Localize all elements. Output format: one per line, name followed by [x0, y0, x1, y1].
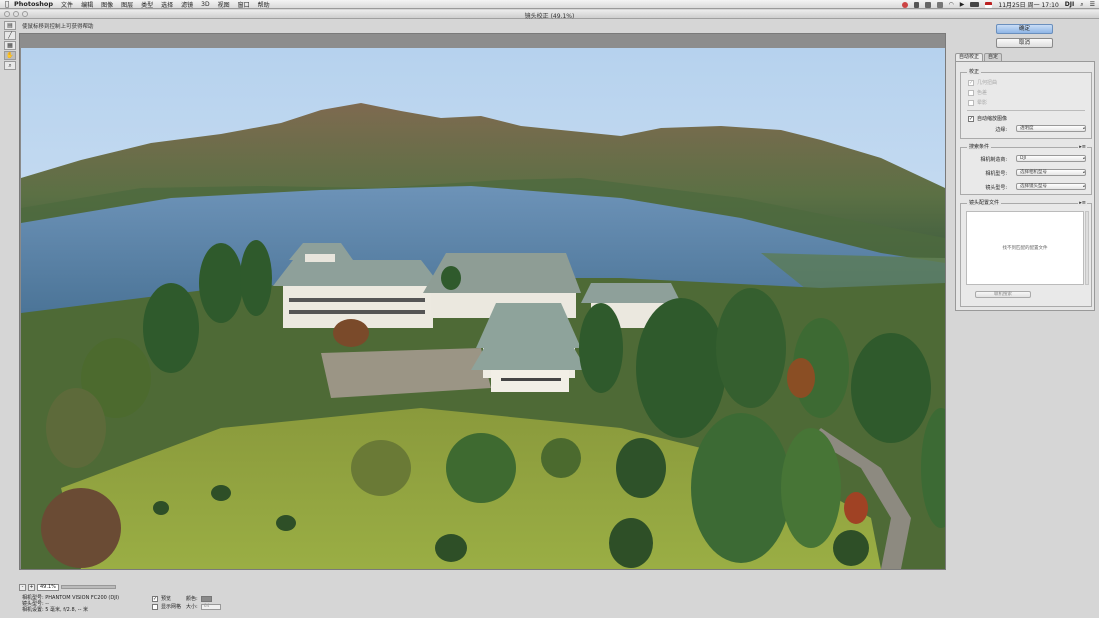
preview-checkbox[interactable]: ✓: [152, 596, 158, 602]
dialog-title-bar: 镜头校正 (49.1%): [0, 10, 1099, 20]
menu-view[interactable]: 视图: [218, 0, 230, 9]
auto-scale-checkbox[interactable]: ✓: [968, 115, 974, 122]
zoom-tool-icon[interactable]: ⌕: [4, 61, 16, 70]
zoom-out-button[interactable]: -: [19, 583, 26, 591]
lens-profiles-list[interactable]: 找不到匹配的配置文件: [966, 211, 1084, 285]
vignette-label: 晕影: [977, 100, 988, 106]
notification-icon[interactable]: ☰: [1090, 1, 1095, 8]
lens-profiles-scrollbar[interactable]: [1085, 211, 1089, 285]
dialog-title: 镜头校正 (49.1%): [524, 13, 575, 20]
canvas-transparent-margin: [20, 34, 945, 48]
correction-divider: [967, 110, 1085, 111]
show-grid-label: 显示网格: [161, 604, 182, 610]
panel-body: 校正 ✓ 几何扭曲 色差 晕影 ✓ 自动缩放图像 边缘: 透明度 搜索条件: [955, 61, 1095, 311]
zoom-bar: - + 49.1%: [19, 583, 129, 591]
menubar-clock[interactable]: 11月25日 周一 17:10: [998, 0, 1058, 9]
panel-tabs: 自动校正 自定: [955, 53, 1095, 61]
menu-filter[interactable]: 滤镜: [181, 0, 193, 9]
timemachine-icon[interactable]: [924, 1, 931, 8]
grid-options: 颜色: 大小: 64: [186, 595, 221, 611]
volume-icon[interactable]: ▶: [960, 1, 965, 8]
geometric-distortion-label: 几何扭曲: [977, 80, 998, 86]
correction-title: 校正: [967, 69, 982, 75]
cancel-button[interactable]: 取消: [996, 38, 1053, 48]
hand-tool-icon[interactable]: ✋: [4, 51, 16, 60]
grid-size-field[interactable]: 64: [200, 604, 221, 610]
lens-model-select[interactable]: 选择镜头型号: [1016, 183, 1086, 190]
lens-model-label: 镜头型号:: [985, 185, 1007, 191]
camera-make-select[interactable]: DJI: [1016, 155, 1086, 162]
lens-profiles-group: 镜头配置文件 ▸≡ 找不到匹配的配置文件 联机搜索: [960, 200, 1092, 307]
remove-distortion-tool-icon[interactable]: ▤: [4, 21, 16, 30]
zoom-slider[interactable]: [61, 585, 116, 589]
grid-color-label: 颜色:: [186, 596, 198, 602]
straighten-tool-icon[interactable]: ╱: [4, 31, 16, 40]
auto-scale-row: ✓ 自动缩放图像: [968, 115, 1007, 122]
chromatic-aberration-label: 色差: [977, 90, 988, 96]
menu-layer[interactable]: 图层: [121, 0, 133, 9]
battery-icon[interactable]: [970, 2, 980, 7]
input-flag-icon[interactable]: [985, 1, 993, 8]
lens-profiles-empty-text: 找不到匹配的配置文件: [1002, 246, 1048, 251]
bluetooth-icon[interactable]: [936, 1, 943, 8]
menu-bar:  Photoshop 文件 编辑 图像 图层 类型 选择 滤镜 3D 视图 窗…: [0, 0, 1099, 9]
settings-panel: 自动校正 自定 校正 ✓ 几何扭曲 色差 晕影 ✓ 自动缩放图像 边缘: 透明度…: [955, 53, 1095, 311]
auto-scale-label: 自动缩放图像: [977, 116, 1008, 122]
vignette-checkbox[interactable]: [968, 99, 974, 106]
move-grid-tool-icon[interactable]: ▦: [4, 41, 16, 50]
preview-canvas[interactable]: [19, 33, 946, 570]
wifi-icon[interactable]: ◠: [949, 1, 954, 8]
camera-info: 相机型号: PHANTOM VISION FC200 (DJI) 镜头型号: -…: [22, 595, 119, 613]
edge-label: 边缘:: [995, 127, 1007, 133]
zoom-in-button[interactable]: +: [28, 583, 35, 591]
adobe-status-icon[interactable]: [901, 1, 908, 8]
sync-icon[interactable]: [913, 1, 919, 8]
search-criteria-group: 搜索条件 ▸≡ 相机制造商: DJI 相机型号: 选择相机型号 镜头型号: 选择…: [960, 144, 1092, 195]
vignette-row: 晕影: [968, 99, 987, 106]
menu-image[interactable]: 图像: [101, 0, 113, 9]
preview-photo[interactable]: [21, 48, 945, 569]
menu-edit[interactable]: 编辑: [81, 0, 93, 9]
help-hint: 使鼠标移到控制上可获得帮助: [22, 24, 94, 30]
app-menu[interactable]: Photoshop: [14, 0, 53, 8]
menu-3d[interactable]: 3D: [201, 1, 209, 8]
camera-model-label: 相机型号:: [985, 171, 1007, 177]
grid-size-label: 大小:: [186, 604, 198, 610]
menu-help[interactable]: 帮助: [258, 0, 270, 9]
status-area: ◠ ▶ 11月25日 周一 17:10 DJI ⌕ ☰: [901, 0, 1095, 9]
geometric-distortion-row: ✓ 几何扭曲: [968, 79, 997, 86]
preview-label: 预览: [161, 596, 172, 602]
preview-options: ✓ 预览 显示网格: [152, 595, 181, 611]
lens-profiles-title: 镜头配置文件: [967, 200, 1002, 206]
tool-strip: ▤ ╱ ▦ ✋ ⌕: [4, 21, 16, 70]
chromatic-aberration-row: 色差: [968, 89, 987, 96]
search-online-button[interactable]: 联机搜索: [975, 291, 1031, 298]
camera-settings-info: 相机设置: 5 毫米, f/2.8, -- 米: [22, 607, 88, 613]
zoom-level-field[interactable]: 49.1%: [37, 583, 59, 591]
aerial-lake-photo: [21, 48, 945, 569]
lens-profiles-menu-icon[interactable]: ▸≡: [1078, 200, 1087, 206]
menubar-user[interactable]: DJI: [1065, 1, 1074, 8]
camera-model-select[interactable]: 选择相机型号: [1016, 169, 1086, 176]
edge-select[interactable]: 透明度: [1016, 125, 1086, 132]
apple-menu-icon[interactable]: : [0, 0, 14, 8]
search-criteria-title: 搜索条件: [967, 144, 992, 150]
grid-color-swatch[interactable]: [200, 596, 212, 602]
correction-group: 校正 ✓ 几何扭曲 色差 晕影 ✓ 自动缩放图像 边缘: 透明度: [960, 69, 1092, 139]
chromatic-aberration-checkbox[interactable]: [968, 89, 974, 96]
camera-make-label: 相机制造商:: [980, 157, 1007, 163]
menu-window[interactable]: 窗口: [238, 0, 250, 9]
spotlight-icon[interactable]: ⌕: [1080, 1, 1083, 9]
ok-button[interactable]: 确定: [996, 24, 1053, 34]
geometric-distortion-checkbox[interactable]: ✓: [968, 79, 974, 86]
show-grid-checkbox[interactable]: [152, 604, 158, 610]
tab-custom[interactable]: 自定: [984, 53, 1003, 61]
search-criteria-menu-icon[interactable]: ▸≡: [1078, 144, 1087, 150]
tab-auto-correction[interactable]: 自动校正: [955, 53, 984, 61]
menu-select[interactable]: 选择: [161, 0, 173, 9]
menu-file[interactable]: 文件: [61, 0, 73, 9]
menu-type[interactable]: 类型: [141, 0, 153, 9]
